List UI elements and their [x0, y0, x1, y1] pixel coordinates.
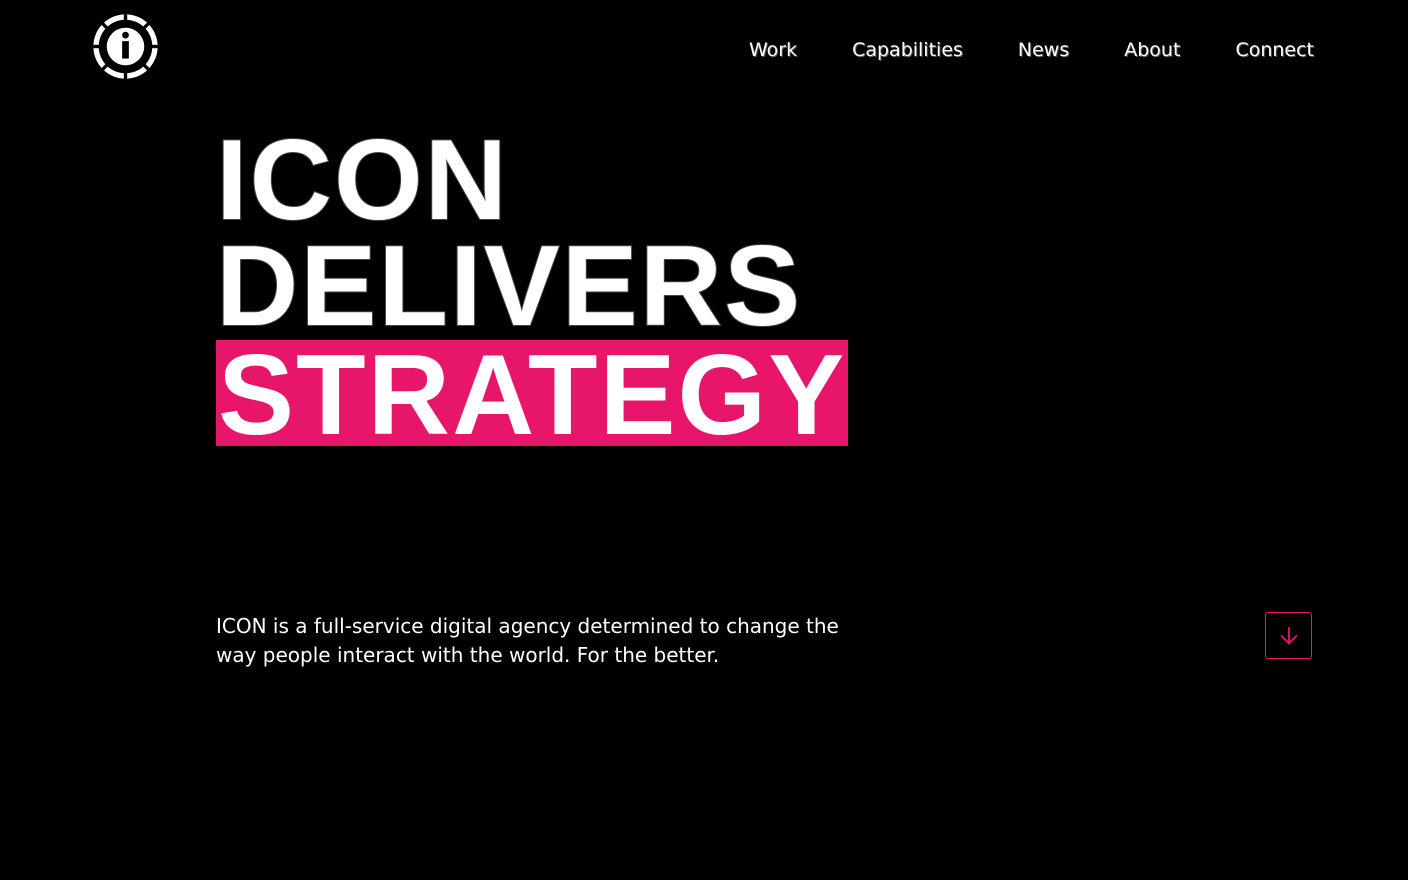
nav-news[interactable]: News	[1018, 36, 1069, 64]
nav-about[interactable]: About	[1124, 36, 1180, 64]
logo-icon[interactable]	[92, 13, 159, 80]
hero-highlight-word: STRATEGY	[216, 332, 849, 459]
nav-work[interactable]: Work	[749, 36, 797, 64]
hero-heading: ICON DELIVERS STRATEGY	[215, 117, 849, 459]
hero-line-2: DELIVERS	[215, 223, 803, 350]
nav-capabilities[interactable]: Capabilities	[852, 36, 963, 64]
nav-connect[interactable]: Connect	[1235, 36, 1314, 64]
hero-line-1: ICON	[215, 117, 509, 244]
scroll-down-button[interactable]	[1265, 612, 1312, 659]
arrow-down-icon	[1280, 626, 1297, 644]
main-nav: Work Capabilities News About Connect	[749, 36, 1314, 64]
intro-text: ICON is a full-service digital agency de…	[216, 614, 839, 667]
